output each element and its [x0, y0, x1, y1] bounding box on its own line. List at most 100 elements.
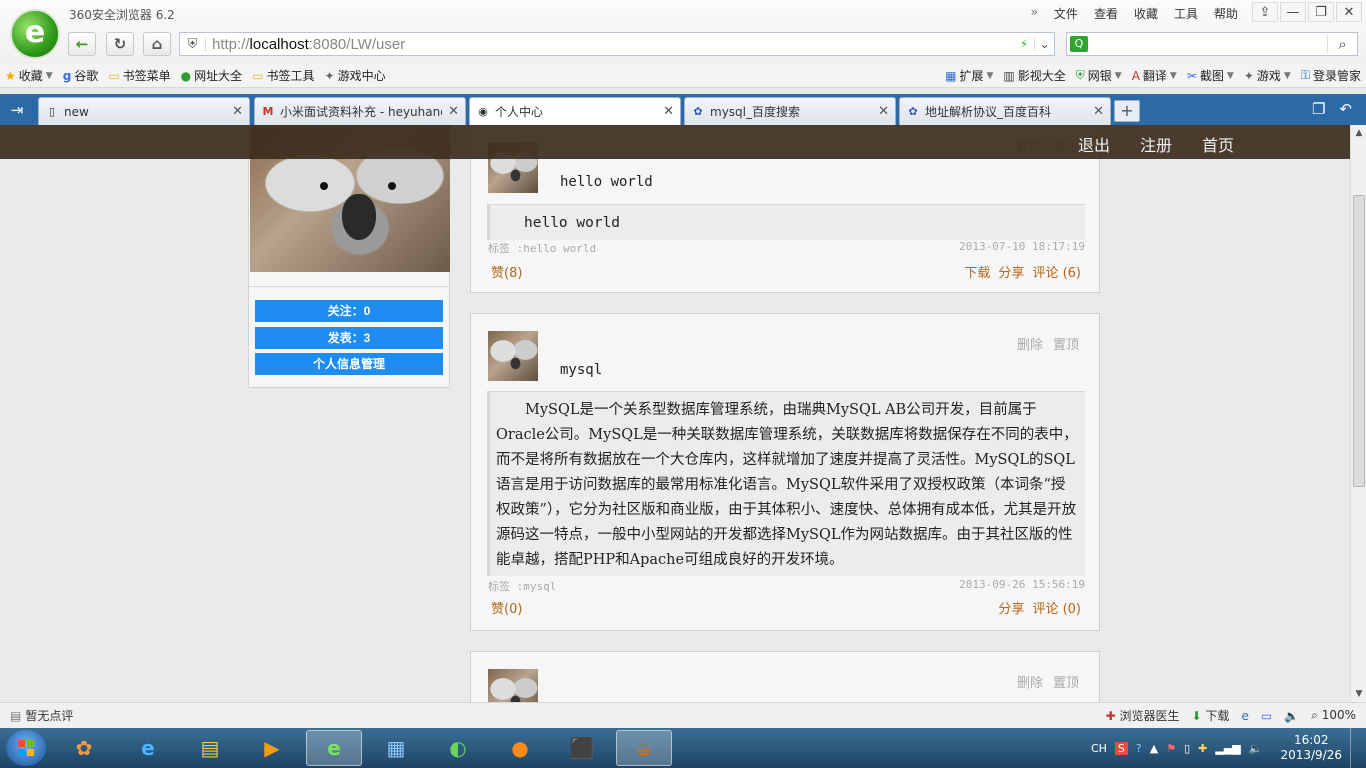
status-text[interactable]: 暂无点评 [25, 707, 73, 724]
download-manager[interactable]: ⬇ 下载 [1192, 707, 1230, 724]
network-warning-icon[interactable]: ⚑ [1166, 742, 1176, 755]
scroll-thumb[interactable] [1353, 195, 1365, 487]
back-button[interactable]: ← [68, 32, 96, 56]
delete-link[interactable]: 删除 [1017, 338, 1043, 353]
tray-overflow-icon[interactable]: ▲ [1150, 742, 1158, 755]
comment-link[interactable]: 评论 (6) [1032, 266, 1081, 281]
toolbar-screenshot[interactable]: ✂ 截图 ▼ [1182, 67, 1239, 84]
menu-view[interactable]: 查看 [1094, 5, 1118, 22]
share-link[interactable]: 分享 [998, 602, 1024, 617]
zoom-level[interactable]: ⌕ 100% [1311, 708, 1356, 723]
taskbar-explorer-icon[interactable]: ▤ [182, 730, 238, 766]
security-shield-icon[interactable]: ⛨ [180, 36, 206, 52]
download-link[interactable]: 下载 [964, 266, 990, 281]
help-icon[interactable]: ? [1136, 742, 1142, 755]
address-bar[interactable]: ⛨ http://localhost:8080/LW/user ⚡ ⌄ [179, 32, 1055, 56]
tab-close-icon[interactable]: ✕ [878, 104, 889, 119]
taskbar-ie-icon[interactable]: e [120, 730, 176, 766]
comment-link[interactable]: 评论 (0) [1032, 602, 1081, 617]
delete-link[interactable]: 删除 [1017, 676, 1043, 691]
share-link[interactable]: 分享 [998, 266, 1024, 281]
tab-close-icon[interactable]: ✕ [663, 104, 674, 119]
like-button[interactable]: 赞(0) [491, 598, 522, 617]
tab-list-icon[interactable]: ❐ [1312, 100, 1325, 118]
scroll-down-icon[interactable]: ▼ [1351, 686, 1366, 702]
menu-overflow-icon[interactable]: » [1031, 5, 1038, 22]
bookmark-tools[interactable]: ▭ 书签工具 [247, 67, 319, 84]
browser-doctor[interactable]: ✚ 浏览器医生 [1106, 707, 1180, 724]
close-button[interactable]: ✕ [1336, 2, 1362, 22]
tab-close-icon[interactable]: ✕ [232, 104, 243, 119]
signal-icon[interactable]: ▂▄▆ [1215, 742, 1240, 755]
pin-link[interactable]: 置顶 [1053, 676, 1079, 691]
new-tab-button[interactable]: + [1114, 100, 1140, 122]
taskbar-eclipse-icon[interactable]: ◐ [430, 730, 486, 766]
toolbar-translate[interactable]: A 翻译 ▼ [1127, 67, 1182, 84]
bookmark-menu[interactable]: ▭ 书签菜单 [103, 67, 175, 84]
speaker-icon[interactable]: 🔈 [1249, 742, 1263, 755]
taskbar-pdf-icon[interactable]: ⬛ [554, 730, 610, 766]
minimize-button[interactable]: — [1280, 2, 1306, 22]
home-button[interactable]: ⌂ [143, 32, 171, 56]
tab-gmail[interactable]: M 小米面试资料补充 - heyuhang ✕ [254, 97, 466, 125]
profile-manage-button[interactable]: 个人信息管理 [255, 353, 443, 375]
logout-link[interactable]: 退出 [1078, 132, 1110, 156]
toolbar-bank[interactable]: ⛨ 网银 ▼ [1071, 67, 1127, 84]
tab-close-icon[interactable]: ✕ [448, 104, 459, 119]
taskbar-firefox-icon[interactable]: ● [492, 730, 548, 766]
search-engine-icon[interactable]: Q [1070, 36, 1088, 52]
bookmark-favorites[interactable]: ★ 收藏 ▼ [0, 67, 58, 84]
sidebar-toggle-icon[interactable]: ⇥ [0, 94, 34, 125]
menu-file[interactable]: 文件 [1054, 5, 1078, 22]
menu-favorites[interactable]: 收藏 [1134, 5, 1158, 22]
taskbar-media-icon[interactable]: ▶ [244, 730, 300, 766]
search-icon[interactable]: ⌕ [1327, 35, 1357, 53]
ie-mode-icon[interactable]: e [1241, 709, 1248, 723]
system-clock[interactable]: 16:02 2013/9/26 [1280, 733, 1342, 763]
bookmark-google[interactable]: g 谷歌 [58, 67, 104, 84]
taskbar-360browser-icon[interactable]: e [306, 730, 362, 766]
bookmark-sites[interactable]: ● 网址大全 [176, 67, 248, 84]
input-language[interactable]: CH [1091, 742, 1107, 755]
device-icon[interactable]: ▯ [1184, 742, 1190, 755]
follow-count-button[interactable]: 关注：0 [255, 300, 443, 322]
taskbar-app-icon[interactable]: ✿ [56, 730, 112, 766]
taskbar-java-icon[interactable]: ☕ [616, 730, 672, 766]
menu-tools[interactable]: 工具 [1174, 5, 1198, 22]
tab-new[interactable]: ▯ new ✕ [38, 97, 250, 125]
pin-link[interactable]: 置顶 [1053, 338, 1079, 353]
home-link[interactable]: 首页 [1202, 132, 1234, 156]
like-button[interactable]: 赞(8) [491, 262, 522, 281]
window-mode-icon[interactable]: ▭ [1261, 709, 1272, 723]
bookmark-games[interactable]: ✦ 游戏中心 [320, 67, 391, 84]
toolbar-login-manager[interactable]: ⚿ 登录管家 [1296, 67, 1366, 84]
show-desktop-button[interactable] [1350, 728, 1360, 768]
speed-mode-icon[interactable]: ⚡ [1014, 37, 1034, 51]
tab-close-icon[interactable]: ✕ [1093, 104, 1104, 119]
search-input[interactable] [1092, 34, 1327, 54]
post-count-button[interactable]: 发表：3 [255, 327, 443, 349]
refresh-button[interactable]: ↻ [106, 32, 134, 56]
address-url[interactable]: http://localhost:8080/LW/user [206, 36, 405, 53]
key-icon: ⚿ [1300, 68, 1310, 82]
restore-button[interactable]: ❐ [1308, 2, 1334, 22]
toolbar-games[interactable]: ✦ 游戏 ▼ [1239, 67, 1296, 84]
undo-close-icon[interactable]: ↶ [1339, 100, 1352, 118]
360-safe-icon[interactable]: ✚ [1198, 742, 1207, 755]
toolbar-extensions[interactable]: ▦ 扩展 ▼ [940, 67, 998, 84]
menu-help[interactable]: 帮助 [1214, 5, 1238, 22]
register-link[interactable]: 注册 [1140, 132, 1172, 156]
address-dropdown-icon[interactable]: ⌄ [1034, 37, 1054, 51]
volume-icon[interactable]: 🔈 [1284, 709, 1299, 723]
tab-arp-baike[interactable]: ✿ 地址解析协议_百度百科 ✕ [899, 97, 1111, 125]
tab-user-center[interactable]: ◉ 个人中心 ✕ [469, 97, 681, 125]
start-button[interactable] [6, 730, 46, 766]
taskbar-film-icon[interactable]: ▦ [368, 730, 424, 766]
skin-icon[interactable]: ⇪ [1252, 2, 1278, 22]
sogou-icon[interactable]: S [1114, 741, 1128, 755]
scroll-up-icon[interactable]: ▲ [1351, 125, 1366, 141]
search-box[interactable]: Q ⌕ [1066, 32, 1358, 56]
tab-mysql-search[interactable]: ✿ mysql_百度搜索 ✕ [684, 97, 896, 125]
toolbar-video[interactable]: ▥ 影视大全 [998, 67, 1070, 84]
page-scrollbar[interactable]: ▲ ▼ [1350, 125, 1366, 702]
